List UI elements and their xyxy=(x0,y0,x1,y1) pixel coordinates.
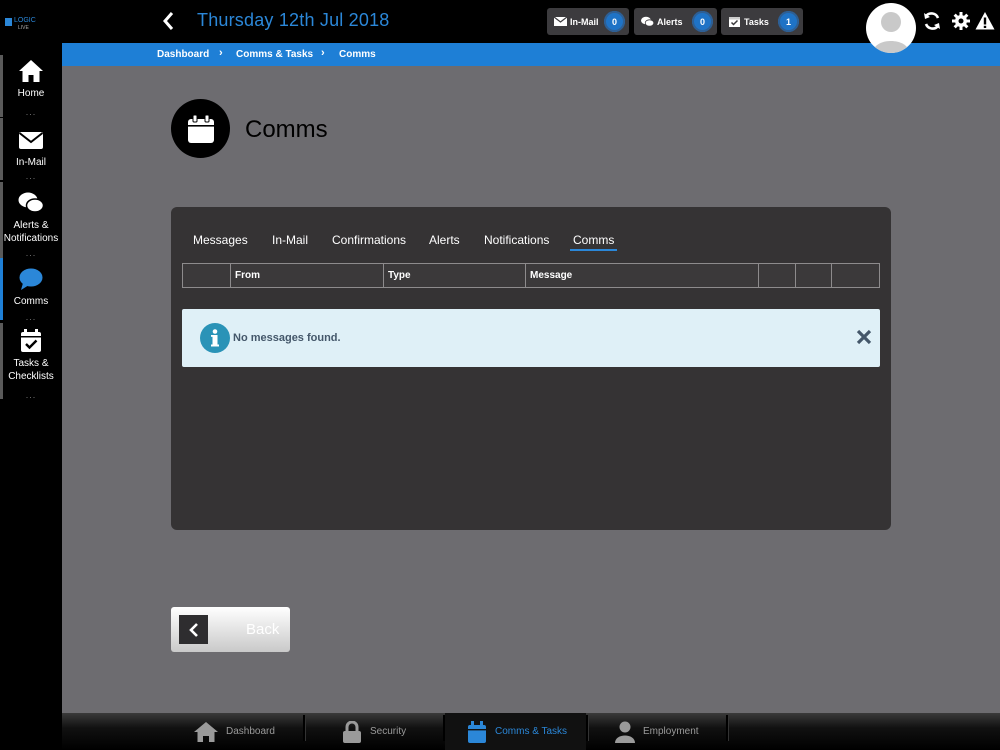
calendar-check-icon xyxy=(21,329,41,352)
tab-comms[interactable]: Comms xyxy=(570,233,618,251)
sidebar-divider-dots: ... xyxy=(25,390,37,400)
tab-inmail[interactable]: In-Mail xyxy=(272,233,308,247)
sidebar-item-label: Tasks & xyxy=(13,358,49,369)
breadcrumb: Dashboard › Comms & Tasks › Comms xyxy=(62,43,1000,66)
logo: LOGIC LIVE xyxy=(5,17,36,31)
warning-icon[interactable] xyxy=(975,11,995,31)
bottom-nav-separator xyxy=(726,715,728,741)
sidebar-marker xyxy=(0,182,3,258)
bottom-nav-separator xyxy=(303,715,305,741)
column-header-select xyxy=(183,264,231,287)
info-icon xyxy=(200,323,230,353)
breadcrumb-comms-tasks[interactable]: Comms & Tasks xyxy=(236,49,313,60)
bottom-nav: Dashboard Security Comms & Tasks Employm… xyxy=(62,713,1000,750)
sidebar-divider-dots: ... xyxy=(25,312,37,322)
sidebar: Home ... In-Mail ... Alerts & Notificati… xyxy=(0,43,62,750)
back-button[interactable]: Back xyxy=(171,607,290,652)
empty-alert: No messages found. xyxy=(182,309,880,367)
tab-alerts[interactable]: Alerts xyxy=(429,233,460,247)
lock-icon xyxy=(343,720,361,743)
column-header-from[interactable]: From xyxy=(231,264,384,287)
inmail-pill[interactable]: In-Mail 0 xyxy=(547,8,629,35)
chat-bubbles-icon xyxy=(18,192,44,213)
date-title: Thursday 12th Jul 2018 xyxy=(197,10,390,30)
column-header-message[interactable]: Message xyxy=(526,264,759,287)
sidebar-marker xyxy=(0,258,3,320)
calendar-check-icon xyxy=(729,17,740,27)
sidebar-item-tasks-checklists[interactable]: Tasks & Checklists xyxy=(0,323,62,399)
breadcrumb-dashboard[interactable]: Dashboard xyxy=(157,49,209,60)
column-header-type[interactable]: Type xyxy=(384,264,526,287)
sidebar-item-label: Home xyxy=(17,88,45,99)
home-icon xyxy=(194,721,218,742)
table-header: From Type Message xyxy=(182,263,880,288)
calendar-icon xyxy=(187,114,214,143)
gear-icon[interactable] xyxy=(951,11,971,31)
breadcrumb-separator-icon: › xyxy=(219,47,223,59)
sidebar-divider-dots: ... xyxy=(25,248,37,258)
calendar-icon xyxy=(468,720,486,743)
avatar[interactable] xyxy=(866,3,916,53)
page-icon xyxy=(171,99,230,158)
home-icon xyxy=(19,60,43,82)
sidebar-item-comms[interactable]: Comms xyxy=(0,258,62,320)
sidebar-item-label: Comms xyxy=(13,296,49,307)
breadcrumb-comms: Comms xyxy=(339,49,376,60)
sidebar-item-label: Alerts & xyxy=(13,220,49,231)
inmail-count-badge: 0 xyxy=(604,11,625,32)
alert-message: No messages found. xyxy=(233,332,341,344)
breadcrumb-separator-icon: › xyxy=(321,47,325,59)
envelope-icon xyxy=(18,132,44,149)
column-header-action-2 xyxy=(796,264,832,287)
refresh-icon[interactable] xyxy=(922,11,942,31)
tab-messages[interactable]: Messages xyxy=(193,233,248,247)
bottom-nav-label: Comms & Tasks xyxy=(495,726,568,737)
sidebar-divider-dots: ... xyxy=(25,171,37,181)
sidebar-marker xyxy=(0,323,3,399)
back-chevron-icon[interactable] xyxy=(161,10,177,32)
sidebar-item-label-2: Checklists xyxy=(8,371,54,382)
bottom-nav-label: Security xyxy=(370,726,407,737)
column-header-action-3 xyxy=(832,264,879,287)
sidebar-divider-dots: ... xyxy=(25,107,37,117)
comms-panel: Messages In-Mail Confirmations Alerts No… xyxy=(171,207,891,530)
sidebar-item-alerts-notifications[interactable]: Alerts & Notifications xyxy=(0,182,62,258)
back-chevron-box xyxy=(179,615,208,644)
bottom-nav-label: Dashboard xyxy=(226,726,275,737)
sidebar-item-label-2: Notifications xyxy=(3,233,59,244)
svg-text:LIVE: LIVE xyxy=(18,25,30,31)
tasks-pill[interactable]: Tasks 1 xyxy=(721,8,803,35)
tab-confirmations[interactable]: Confirmations xyxy=(332,233,406,247)
user-silhouette-icon xyxy=(873,12,909,53)
tasks-count-badge: 1 xyxy=(778,11,799,32)
svg-text:LOGIC: LOGIC xyxy=(14,17,36,24)
tab-notifications[interactable]: Notifications xyxy=(484,233,549,247)
envelope-icon xyxy=(554,16,567,26)
page-title: Comms xyxy=(245,116,328,143)
bottom-nav-separator xyxy=(586,715,588,741)
alerts-pill[interactable]: Alerts 0 xyxy=(634,8,717,35)
bottom-nav-label: Employment xyxy=(643,726,699,737)
bottom-nav-dashboard[interactable]: Dashboard xyxy=(194,713,302,750)
alerts-pill-label: Alerts xyxy=(657,16,683,27)
sidebar-item-label: In-Mail xyxy=(15,157,46,168)
bottom-nav-comms-tasks[interactable]: Comms & Tasks xyxy=(445,713,586,750)
bottom-nav-employment[interactable]: Employment xyxy=(615,713,725,750)
alerts-count-badge: 0 xyxy=(692,11,713,32)
user-icon xyxy=(615,721,635,743)
close-icon[interactable] xyxy=(856,329,872,345)
inmail-pill-label: In-Mail xyxy=(570,16,599,27)
back-button-label: Back xyxy=(246,621,280,638)
chevron-left-icon xyxy=(188,622,198,637)
column-header-action-1 xyxy=(759,264,796,287)
chat-bubbles-icon xyxy=(641,16,654,27)
tasks-pill-label: Tasks xyxy=(744,16,769,27)
top-bar: LOGIC LIVE Thursday 12th Jul 2018 In-Mai… xyxy=(0,0,1000,43)
chat-bubble-icon xyxy=(19,268,43,290)
bottom-nav-security[interactable]: Security xyxy=(342,713,442,750)
